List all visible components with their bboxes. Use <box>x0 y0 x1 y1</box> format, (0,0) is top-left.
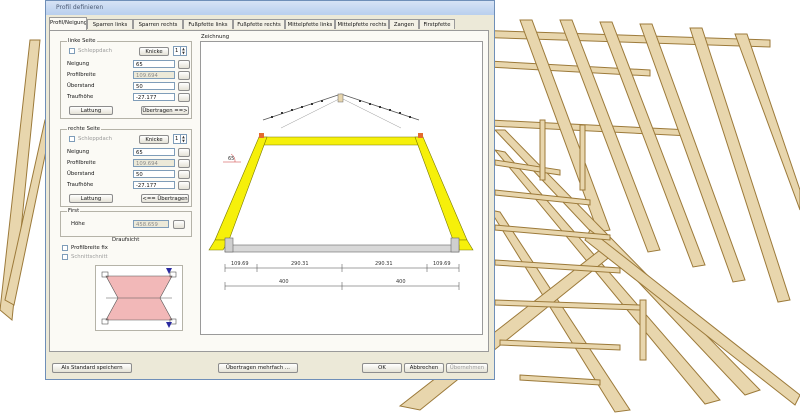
dialog-title: Profil definieren <box>56 4 104 11</box>
right-schleppdach-label: Schleppdach <box>78 136 112 142</box>
left-traufhoehe-pick-button[interactable] <box>178 93 190 102</box>
left-schleppdach-label: Schleppdach <box>78 48 112 54</box>
left-side-group: linke Seite Schleppdach Knicke 1 ▲ ▼ Neigu… <box>60 38 192 119</box>
right-ueberstand-label: Überstand <box>67 171 95 177</box>
left-profile-rafter <box>214 136 268 241</box>
first-hoehe-pick-button[interactable] <box>173 220 185 229</box>
tab-firstpfette[interactable]: Firstpfette <box>419 19 455 29</box>
draufsicht-preview <box>95 265 183 331</box>
cancel-button[interactable]: Abbrechen <box>404 363 444 373</box>
first-hoehe-label: Höhe <box>71 221 85 227</box>
tab-sparren-links[interactable]: Sparren links <box>87 19 133 29</box>
left-schleppdach-checkbox[interactable] <box>69 48 75 54</box>
left-traufhoehe-input[interactable]: -27.177 <box>133 93 175 101</box>
left-purlin-block <box>259 133 264 138</box>
first-group: First Höhe 458.659 <box>60 208 192 237</box>
dim-top-4: 109.69 <box>433 261 451 267</box>
dim-top-3: 290.31 <box>375 261 393 267</box>
left-profilbreite-pick-button[interactable] <box>178 71 190 80</box>
left-neigung-input[interactable]: 65 <box>133 60 175 68</box>
apply-button[interactable]: Übernehmen <box>446 363 488 373</box>
right-ueberstand-input[interactable]: 50 <box>133 170 175 178</box>
transfer-multiple-button[interactable]: Übertragen mehrfach ... <box>218 363 298 373</box>
left-profilbreite-input[interactable]: 109.694 <box>133 71 175 79</box>
right-ueberstand-pick-button[interactable] <box>178 170 190 179</box>
profile-dialog: Profil definieren Profil/Neigung Sparren… <box>45 0 495 380</box>
drawing-title: Zeichnung <box>201 34 230 40</box>
right-side-group: rechte Seite Schleppdach Knicke 1 ▲ ▼ Neig… <box>60 126 192 207</box>
dim-bottom-2: 400 <box>396 279 406 285</box>
collar-beam <box>258 136 424 146</box>
left-ueberstand-input[interactable]: 50 <box>133 82 175 90</box>
right-profilbreite-pick-button[interactable] <box>178 159 190 168</box>
left-knicke-button[interactable]: Knicke <box>139 47 169 56</box>
tab-zangen[interactable]: Zangen <box>389 19 419 29</box>
tab-fusspfette-links[interactable]: Fußpfette links <box>183 19 233 29</box>
right-knicke-button[interactable]: Knicke <box>139 135 169 144</box>
left-neigung-label: Neigung <box>67 61 90 67</box>
right-traufhoehe-input[interactable]: -27.177 <box>133 181 175 189</box>
tab-sparren-rechts[interactable]: Sparren rechts <box>133 19 183 29</box>
right-traufhoehe-pick-button[interactable] <box>178 181 190 190</box>
right-neigung-label: Neigung <box>67 149 90 155</box>
save-standard-button[interactable]: Als Standard speichern <box>52 363 132 373</box>
right-transfer-button[interactable]: <== Übertragen <box>141 194 189 203</box>
tab-mittelpfette-links[interactable]: Mittelpfette links <box>285 19 335 29</box>
draufsicht-title: Draufsicht <box>112 237 140 243</box>
tab-bar: Profil/Neigung Sparren links Sparren rec… <box>49 17 489 30</box>
drawing-panel: Zeichnung 65 109.69 290.31 290.31 109.69… <box>200 34 483 335</box>
first-hoehe-input[interactable]: 458.659 <box>133 220 169 228</box>
ok-button[interactable]: OK <box>362 363 402 373</box>
left-neigung-pick-button[interactable] <box>178 60 190 69</box>
first-title: First <box>67 208 81 214</box>
right-purlin-block <box>418 133 423 138</box>
right-profile-rafter <box>414 136 468 241</box>
profilbreite-fix-label: Profilbreite fix <box>71 245 108 251</box>
right-profilbreite-label: Profilbreite <box>67 160 96 166</box>
right-lattung-button[interactable]: Lattung <box>69 194 113 203</box>
profilbreite-fix-checkbox[interactable] <box>62 245 68 251</box>
schnittschnitt-checkbox[interactable] <box>62 254 68 260</box>
right-neigung-pick-button[interactable] <box>178 148 190 157</box>
dim-bottom-1: 400 <box>279 279 289 285</box>
ridge-purlin <box>337 93 344 103</box>
right-neigung-input[interactable]: 65 <box>133 148 175 156</box>
right-knicke-spinner[interactable]: 1 ▲ ▼ <box>173 134 187 144</box>
left-side-title: linke Seite <box>67 38 97 44</box>
left-lattung-button[interactable]: Lattung <box>69 106 113 115</box>
right-schleppdach-checkbox[interactable] <box>69 136 75 142</box>
right-side-title: rechte Seite <box>67 126 102 132</box>
left-traufhoehe-label: Traufhöhe <box>67 94 94 100</box>
profile-drawing: 65 109.69 290.31 290.31 109.69 400 400 <box>208 93 474 290</box>
left-ueberstand-label: Überstand <box>67 83 95 89</box>
tab-mittelpfette-rechts[interactable]: Mittelpfette rechts <box>335 19 389 29</box>
right-profilbreite-input[interactable]: 109.694 <box>133 159 175 167</box>
tab-content: linke Seite Schleppdach Knicke 1 ▲ ▼ Neigu… <box>49 30 489 352</box>
left-transfer-button[interactable]: Übertragen ==> <box>141 106 189 115</box>
tab-profil-neigung[interactable]: Profil/Neigung <box>49 17 87 30</box>
dialog-title-bar: Profil definieren <box>46 1 494 15</box>
dim-top-2: 290.31 <box>291 261 309 267</box>
dim-top-1: 109.69 <box>231 261 249 267</box>
angle-label: 65 <box>228 156 234 162</box>
left-knicke-spinner[interactable]: 1 ▲ ▼ <box>173 46 187 56</box>
schnittschnitt-label: Schnittschnitt <box>71 254 108 260</box>
left-profilbreite-label: Profilbreite <box>67 72 96 78</box>
left-ueberstand-pick-button[interactable] <box>178 82 190 91</box>
tab-fusspfette-rechts[interactable]: Fußpfette rechts <box>233 19 285 29</box>
right-traufhoehe-label: Traufhöhe <box>67 182 94 188</box>
floor-slab <box>224 244 460 253</box>
